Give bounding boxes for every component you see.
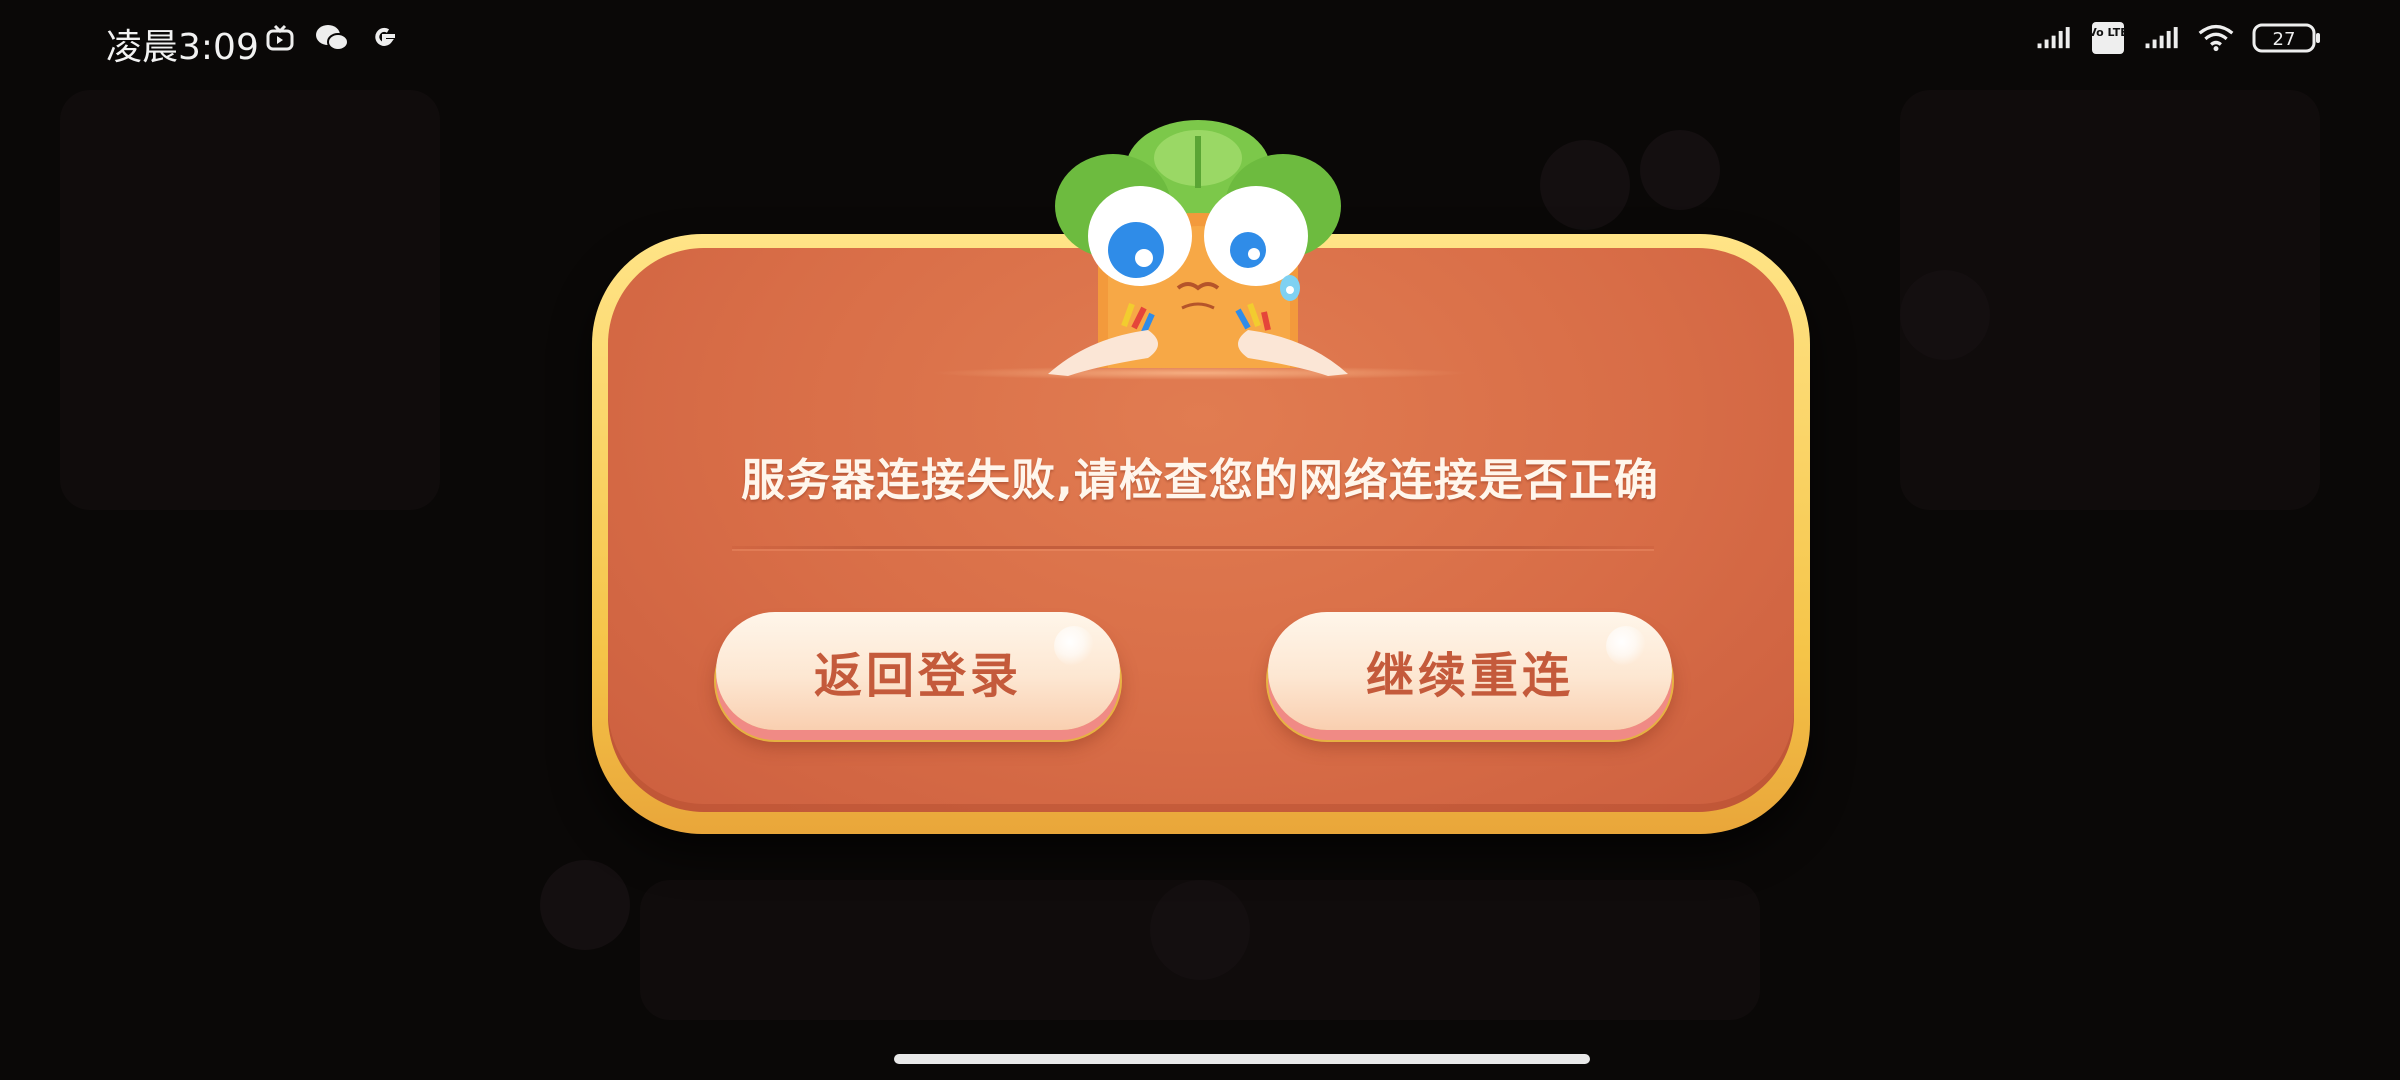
status-time: 凌晨3:09 — [106, 27, 259, 68]
back-to-login-label: 返回登录 — [813, 648, 1022, 704]
background-bubble — [1640, 130, 1720, 210]
reconnect-button[interactable]: 继续重连 — [1268, 612, 1672, 730]
battery-icon: 27 — [2252, 20, 2322, 56]
home-indicator[interactable] — [894, 1054, 1590, 1064]
background-bubble — [1900, 270, 1990, 360]
button-shine — [1606, 626, 1646, 666]
dialog-divider — [732, 546, 1654, 549]
reconnect-label: 继续重连 — [1365, 648, 1574, 704]
google-icon — [366, 20, 402, 56]
background-panel — [60, 90, 440, 510]
notification-icons — [262, 20, 402, 56]
background-bubble — [1150, 880, 1250, 980]
wifi-icon — [2198, 20, 2234, 56]
error-message: 服务器连接失败,请检查您的网络连接是否正确 — [741, 455, 1659, 506]
volte-label: Vo LTE — [2091, 26, 2125, 39]
carrot-mascot-icon — [1048, 120, 1348, 376]
volte-icon: Vo LTE — [2090, 20, 2126, 56]
background-bubble — [1540, 140, 1630, 230]
signal-icon — [2036, 20, 2072, 56]
wechat-icon — [314, 20, 350, 56]
button-shine — [1054, 626, 1094, 666]
status-bar: 凌晨3:09 Vo LTE 27 — [0, 0, 2400, 80]
back-to-login-button[interactable]: 返回登录 — [716, 612, 1120, 730]
battery-level: 27 — [2273, 29, 2296, 50]
background-bubble — [540, 860, 630, 950]
system-icons: Vo LTE 27 — [2036, 20, 2322, 56]
tv-app-icon — [262, 20, 298, 56]
signal-icon — [2144, 20, 2180, 56]
